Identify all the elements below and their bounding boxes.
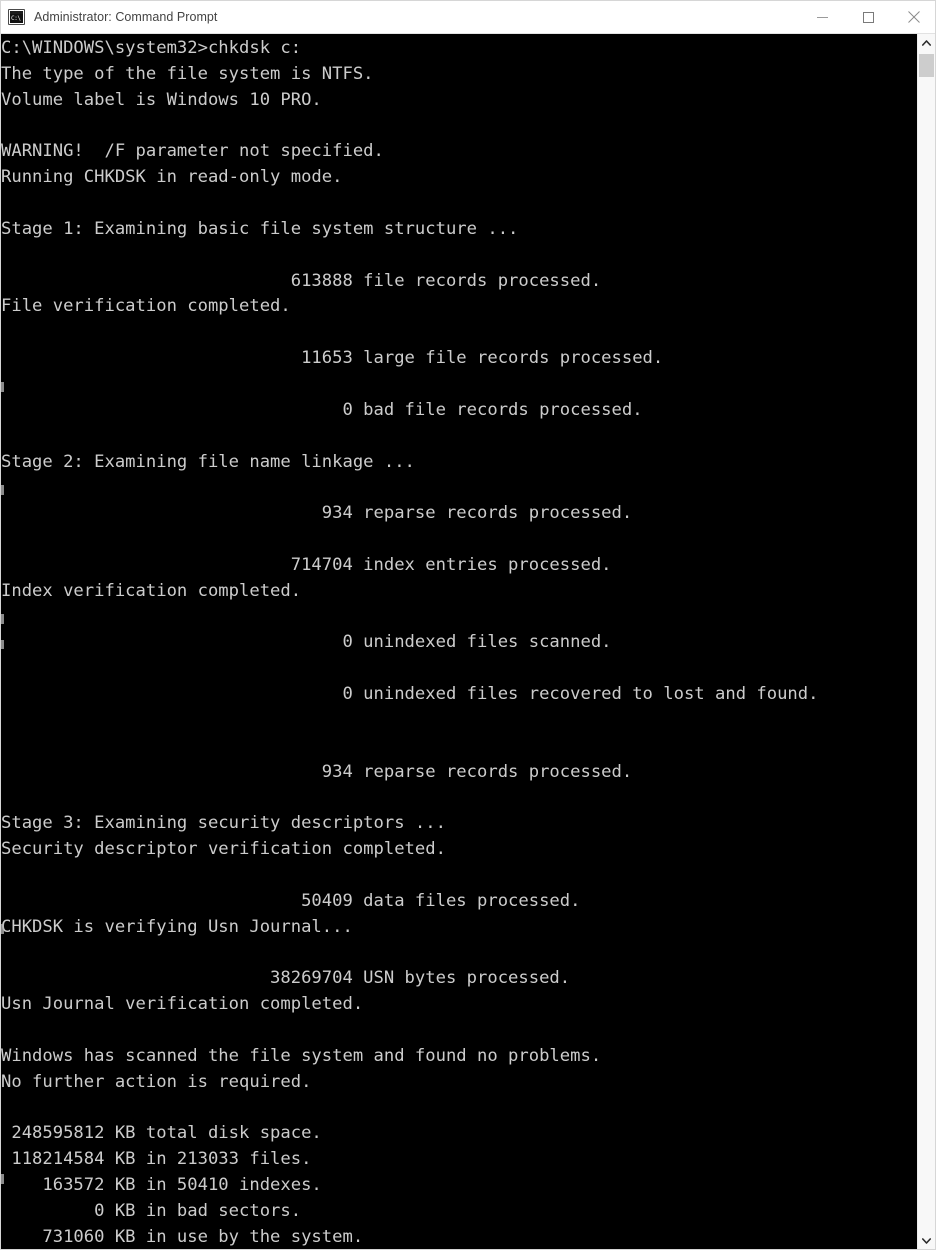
icon-screen: C:\ [10, 14, 23, 23]
edge-glyph-artifact [1, 382, 4, 392]
chevron-down-icon [922, 1238, 931, 1244]
edge-glyph-artifact [1, 640, 4, 649]
close-icon [908, 11, 920, 23]
window-title: Administrator: Command Prompt [34, 10, 218, 24]
scroll-up-button[interactable] [918, 34, 935, 52]
maximize-button[interactable] [845, 1, 891, 34]
close-button[interactable] [891, 1, 935, 34]
scrollbar-track[interactable] [918, 52, 935, 1232]
minimize-icon [816, 16, 828, 18]
vertical-scrollbar[interactable] [917, 34, 935, 1249]
console-output-area[interactable]: C:\WINDOWS\system32>chkdsk c: The type o… [1, 34, 919, 1249]
maximize-icon [862, 11, 874, 23]
scrollbar-thumb[interactable] [919, 54, 934, 77]
command-prompt-window: C:\ Administrator: Command Prompt C:\WIN… [0, 0, 936, 1250]
edge-glyph-artifact [1, 614, 4, 624]
chevron-up-icon [922, 40, 931, 46]
edge-glyph-artifact [1, 485, 4, 495]
minimize-button[interactable] [799, 1, 845, 34]
edge-glyph-artifact [1, 924, 4, 934]
title-bar[interactable]: C:\ Administrator: Command Prompt [1, 1, 935, 34]
edge-glyph-artifact [1, 1174, 4, 1184]
console-text: C:\WINDOWS\system32>chkdsk c: The type o… [1, 38, 819, 1247]
window-controls [799, 1, 935, 34]
scroll-down-button[interactable] [918, 1232, 935, 1249]
command-prompt-icon: C:\ [8, 9, 25, 25]
